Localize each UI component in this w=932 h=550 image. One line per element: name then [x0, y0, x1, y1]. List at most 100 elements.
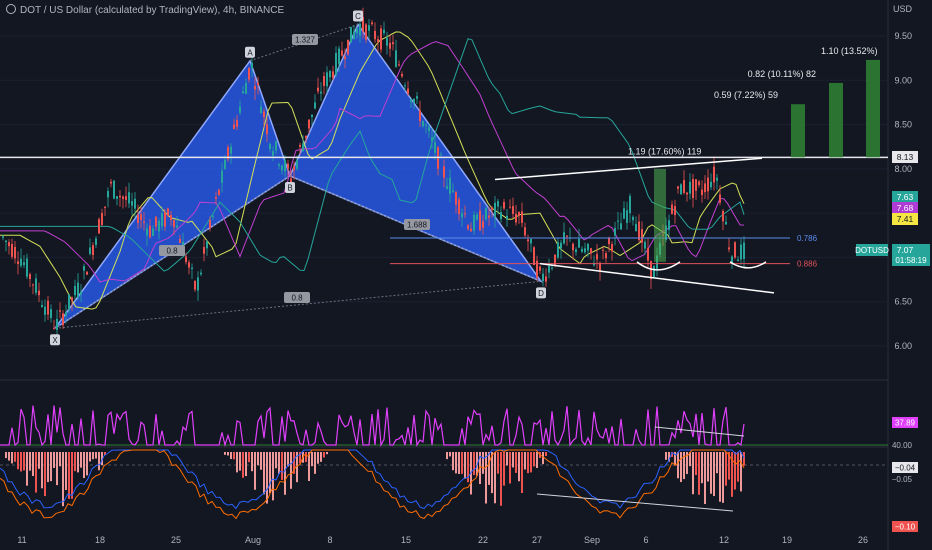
macd-bar	[482, 452, 484, 474]
candle-body	[509, 206, 511, 208]
candle-body	[617, 220, 619, 222]
candle-body	[209, 220, 211, 228]
candle-body	[197, 277, 199, 291]
candle-body	[413, 98, 415, 103]
macd-bar	[92, 452, 94, 460]
macd-bar	[263, 452, 265, 495]
candle-body	[587, 243, 589, 251]
y-tick-label: 9.50	[894, 31, 912, 41]
y-tick-label: 6.50	[894, 297, 912, 307]
macd-bar	[95, 452, 97, 459]
candle-body	[428, 127, 430, 131]
candle-body	[740, 244, 742, 260]
macd-bar	[314, 452, 316, 474]
candle-body	[722, 210, 724, 222]
macd-bar	[485, 452, 487, 504]
macd-bar	[8, 452, 10, 461]
candle-body	[689, 181, 691, 194]
macd-tick-label: −0.05	[892, 475, 913, 484]
macd-bar	[719, 452, 721, 502]
candle-body	[467, 225, 469, 229]
chart-root[interactable]: 9.509.008.508.007.507.006.506.00111825Au…	[0, 0, 932, 550]
candle-body	[161, 212, 163, 227]
macd-value-label: −0.04	[895, 464, 916, 473]
candle-body	[344, 56, 346, 60]
price-badge-label: 7.41	[897, 214, 914, 224]
chart-canvas[interactable]: 9.509.008.508.007.507.006.506.00111825Au…	[0, 0, 932, 550]
macd-bar	[512, 452, 514, 468]
macd-bar	[59, 452, 61, 467]
macd-bar	[701, 452, 703, 484]
candle-body	[446, 186, 448, 189]
candle-body	[281, 165, 283, 171]
harmonic-point-label: A	[247, 48, 253, 57]
candle-body	[677, 186, 679, 189]
candle-body	[74, 285, 76, 296]
candle-body	[65, 311, 67, 316]
macd-bar	[692, 452, 694, 495]
macd-bar	[11, 452, 13, 464]
candle-body	[506, 215, 508, 220]
candle-body	[695, 179, 697, 191]
macd-bar	[65, 452, 67, 490]
candle-body	[299, 144, 301, 147]
candle-body	[311, 114, 313, 117]
candle-body	[185, 256, 187, 263]
candle-body	[743, 242, 745, 259]
candle-body	[98, 219, 100, 234]
macd-bar	[80, 452, 82, 468]
candle-body	[692, 178, 694, 198]
candle-body	[77, 282, 79, 298]
macd-bar	[269, 452, 271, 494]
candle-body	[176, 225, 178, 228]
candle-body	[113, 180, 115, 199]
candle-body	[452, 190, 454, 192]
candle-body	[626, 210, 628, 223]
candle-body	[146, 228, 148, 236]
candle-body	[83, 266, 85, 271]
macd-bar	[47, 452, 49, 483]
fib-level-label: 0.786	[797, 234, 818, 243]
candle-body	[710, 181, 712, 188]
macd-bar	[545, 452, 547, 456]
macd-bar	[53, 452, 55, 468]
candle-body	[44, 306, 46, 315]
macd-bar	[32, 452, 34, 477]
macd-bar	[233, 452, 235, 460]
harmonic-xab-triangle	[54, 59, 291, 329]
candle-body	[605, 253, 607, 259]
candle-body	[365, 24, 367, 40]
ratio-label: 0.8	[291, 294, 303, 303]
harmonic-point-label: C	[355, 12, 361, 21]
harmonic-point-label: B	[287, 183, 292, 192]
candle-body	[242, 91, 244, 94]
candle-body	[440, 154, 442, 156]
candle-body	[653, 266, 655, 278]
x-tick-label: 6	[643, 535, 648, 545]
macd-line	[0, 449, 745, 510]
candle-body	[29, 274, 31, 279]
candle-body	[14, 246, 16, 259]
candle-body	[32, 284, 34, 286]
price-badge-label: 7.68	[897, 203, 914, 213]
candle-body	[383, 29, 385, 34]
target-label: 0.59 (7.22%) 59	[714, 90, 778, 100]
candle-body	[260, 106, 262, 114]
macd-bar	[707, 452, 709, 482]
ratio-label: 0.8	[166, 247, 178, 256]
candle-body	[422, 121, 424, 127]
candle-body	[341, 50, 343, 56]
candle-body	[518, 212, 520, 216]
candle-body	[338, 48, 340, 65]
target-label: 1.19 (17.60%) 119	[628, 146, 701, 156]
macd-bar	[74, 452, 76, 472]
candle-body	[356, 28, 358, 34]
candle-body	[470, 228, 472, 232]
candle-body	[224, 159, 226, 169]
candle-body	[131, 201, 133, 206]
macd-bar	[722, 452, 724, 503]
candle-body	[701, 189, 703, 196]
candle-body	[155, 216, 157, 227]
candle-body	[296, 160, 298, 169]
candle-body	[503, 202, 505, 209]
